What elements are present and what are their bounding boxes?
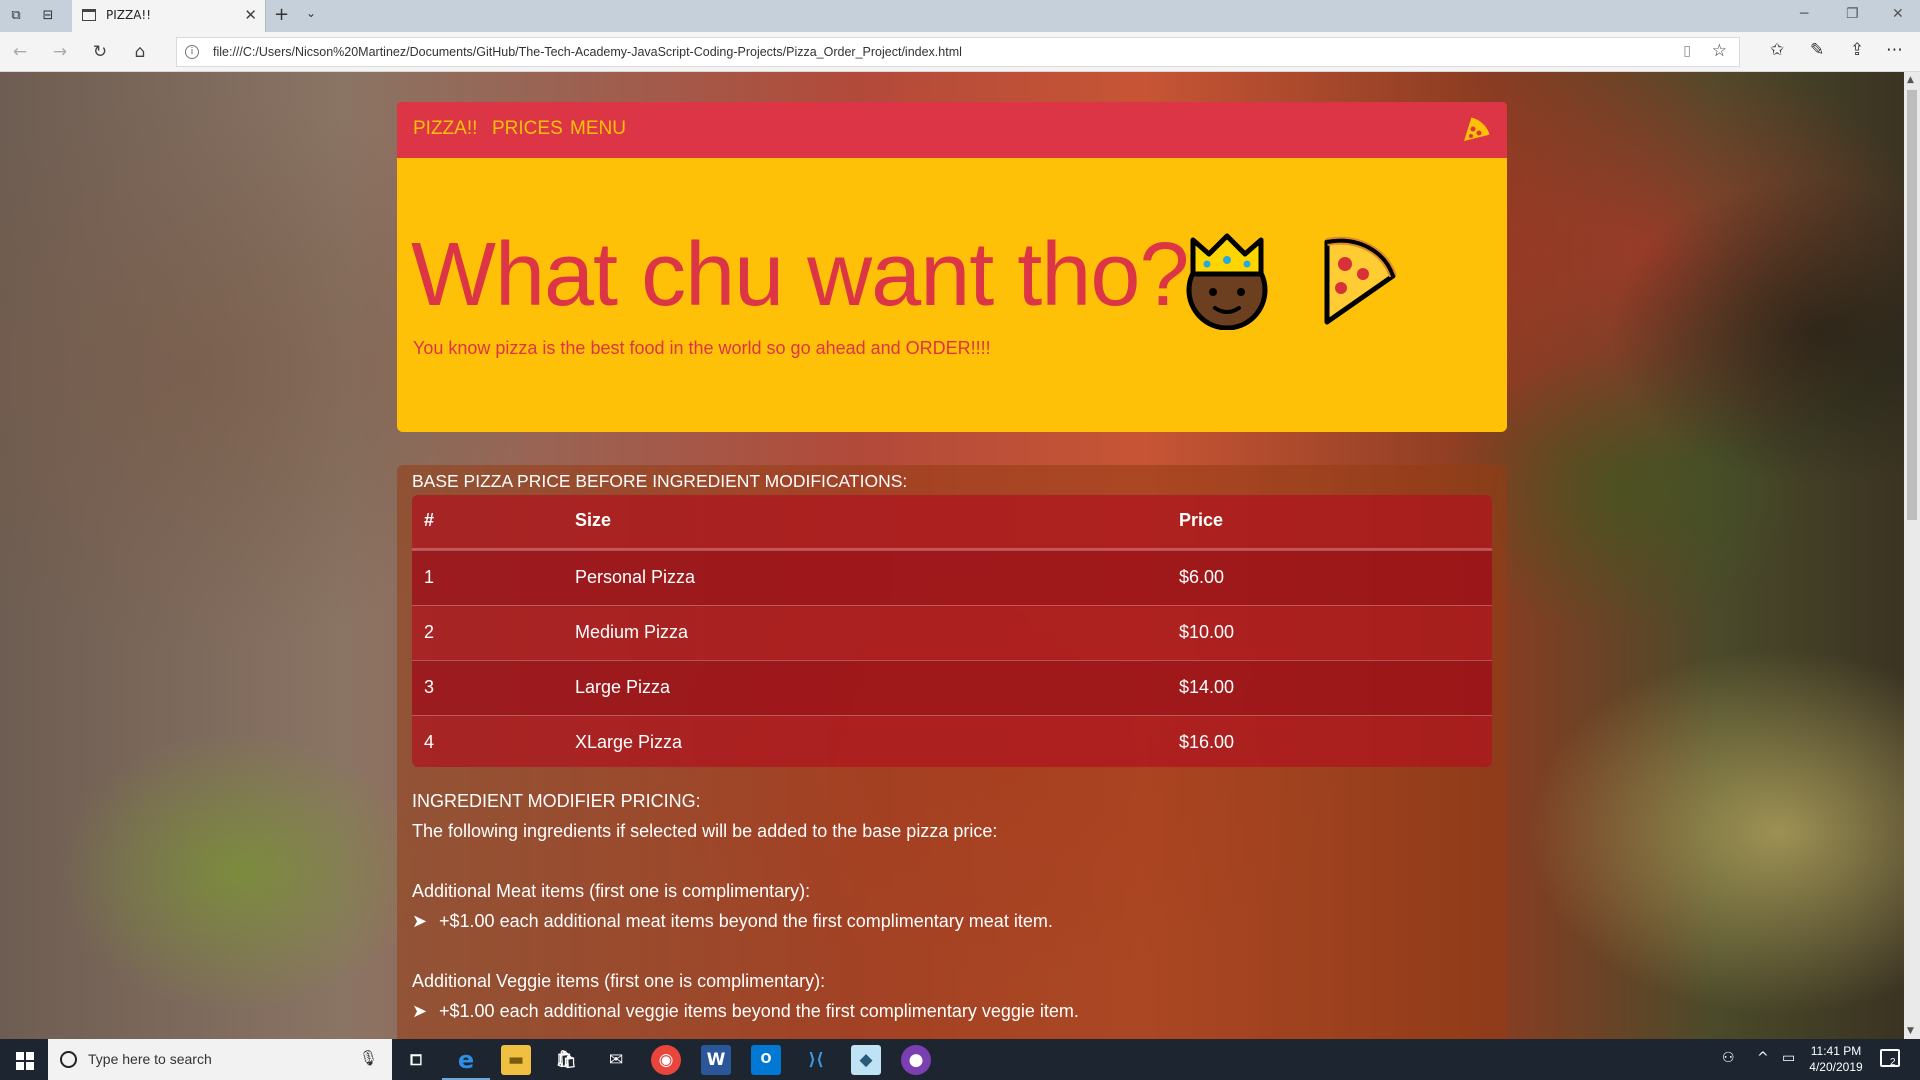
set-aside-tabs-icon[interactable]: ⊟ (38, 6, 58, 26)
taskbar-clock[interactable]: 11:41 PM 4/20/2019 (1786, 1043, 1886, 1075)
pizza-slice-emoji-icon (1324, 236, 1397, 325)
outlook-icon[interactable]: O (751, 1045, 781, 1075)
veggie-rule-text: +$1.00 each additional veggie items beyo… (439, 1001, 1079, 1021)
search-placeholder: Type here to search (88, 1051, 212, 1067)
table-row: 1 Personal Pizza $6.00 (412, 550, 1492, 605)
table-row: 4 XLarge Pizza $16.00 (412, 715, 1492, 767)
row-price: $16.00 (1179, 732, 1235, 752)
tab-title: PIZZA!! (106, 8, 152, 22)
vscode-icon[interactable]: ⟩⟨ (801, 1045, 831, 1075)
word-icon[interactable]: W (701, 1045, 731, 1075)
arrow-bullet-icon: ➤ (412, 1001, 428, 1021)
arrow-bullet-icon: ➤ (412, 911, 428, 931)
notepad-icon[interactable]: ◆ (851, 1045, 881, 1075)
notes-pen-icon[interactable]: ✎ (1810, 40, 1824, 60)
page-scrollbar[interactable]: ▲ ▼ (1904, 72, 1920, 1039)
start-button-windows-icon[interactable] (0, 1039, 48, 1080)
table-header-row: # Size Price (412, 495, 1492, 550)
scroll-down-icon[interactable]: ▼ (1907, 1026, 1914, 1036)
minimize-icon[interactable]: ─ (1800, 6, 1808, 22)
meat-items-title: Additional Meat items (first one is comp… (412, 881, 811, 901)
taskbar-search[interactable]: Type here to search 🎙 (48, 1039, 392, 1080)
notification-count: 2 (1890, 1057, 1896, 1068)
reading-view-icon[interactable]: ▯ (1683, 43, 1691, 59)
veggie-items-rule: ➤ +$1.00 each additional veggie items be… (412, 1001, 1079, 1022)
row-size: Medium Pizza (575, 622, 689, 642)
jumbotron: What chu want tho? You know pizza is the… (397, 158, 1507, 432)
refresh-icon[interactable]: ↻ (88, 41, 112, 65)
tab-preview-chevron-icon[interactable]: ⌄ (306, 6, 316, 20)
action-center-icon[interactable]: 2 (1880, 1049, 1900, 1068)
scroll-up-icon[interactable]: ▲ (1907, 75, 1914, 85)
mail-icon[interactable]: ✉ (601, 1045, 631, 1075)
navbar-brand[interactable]: PIZZA!! (413, 118, 477, 140)
page-viewport: PIZZA!! PRICES MENU What chu want tho? Y… (0, 72, 1904, 1039)
scroll-thumb[interactable] (1907, 90, 1917, 520)
row-size: Personal Pizza (575, 567, 696, 587)
address-bar[interactable]: i file:///C:/Users/Nicson%20Martinez/Doc… (176, 37, 1740, 67)
forward-icon[interactable]: → (48, 41, 72, 65)
browser-tab-bar: ⧉ ⊟ PIZZA!! ✕ + ⌄ ─ ❐ ✕ (0, 0, 1920, 32)
row-size: XLarge Pizza (575, 732, 683, 752)
github-desktop-icon[interactable]: ● (901, 1045, 931, 1075)
site-navbar: PIZZA!! PRICES MENU (397, 102, 1507, 158)
nav-link-prices[interactable]: PRICES (492, 118, 563, 140)
favorites-icon[interactable]: ✩ (1770, 40, 1784, 60)
veggie-items-title: Additional Veggie items (first one is co… (412, 971, 826, 991)
browser-nav-bar: ← → ↻ ⌂ i file:///C:/Users/Nicson%20Mart… (0, 32, 1920, 72)
clock-date: 4/20/2019 (1809, 1060, 1863, 1074)
row-number: 2 (424, 622, 435, 642)
cortana-icon (60, 1051, 77, 1068)
modifier-pricing-title: INGREDIENT MODIFIER PRICING: (412, 791, 701, 811)
file-explorer-icon[interactable]: ▬ (501, 1045, 531, 1075)
task-view-icon[interactable]: ⧠ (401, 1045, 431, 1075)
nav-link-menu[interactable]: MENU (570, 118, 626, 140)
price-table: # Size Price 1 Personal Pizza $6.00 2 Me… (412, 495, 1492, 767)
jumbotron-lead: You know pizza is the best food in the w… (413, 338, 991, 358)
page-icon (82, 9, 96, 21)
page-heading: What chu want tho? (411, 225, 1189, 325)
column-header-price: Price (1179, 510, 1224, 530)
row-number: 1 (424, 567, 435, 587)
windows-taskbar: Type here to search 🎙 ⧠ e ▬ 🛍 ✉ ◉ W O ⟩⟨… (0, 1039, 1920, 1080)
pricing-panel: BASE PIZZA PRICE BEFORE INGREDIENT MODIF… (397, 465, 1507, 1039)
new-tab-icon[interactable]: + (274, 4, 289, 25)
row-size: Large Pizza (575, 677, 671, 697)
meat-rule-text: +$1.00 each additional meat items beyond… (439, 911, 1053, 931)
row-price: $14.00 (1179, 677, 1235, 697)
modifier-pricing-intro: The following ingredients if selected wi… (412, 821, 998, 841)
tab-actions-icon[interactable]: ⧉ (6, 6, 26, 26)
pizza-logo-icon[interactable] (1461, 115, 1491, 145)
price-table-caption: BASE PIZZA PRICE BEFORE INGREDIENT MODIF… (412, 471, 908, 491)
clock-time: 11:41 PM (1810, 1044, 1862, 1058)
url-text[interactable]: file:///C:/Users/Nicson%20Martinez/Docum… (213, 45, 962, 59)
column-header-size: Size (575, 510, 612, 530)
show-hidden-icons-chevron-icon[interactable]: ^ (1757, 1050, 1769, 1066)
close-tab-icon[interactable]: ✕ (244, 6, 257, 24)
store-icon[interactable]: 🛍 (551, 1045, 581, 1075)
site-info-icon[interactable]: i (185, 45, 199, 59)
chrome-icon[interactable]: ◉ (651, 1045, 681, 1075)
back-icon[interactable]: ← (8, 41, 32, 65)
edge-browser-icon[interactable]: e (442, 1045, 490, 1080)
prince-emoji-icon (1186, 233, 1268, 330)
tab-pizza[interactable]: PIZZA!! ✕ (72, 0, 266, 32)
row-number: 3 (424, 677, 435, 697)
meat-items-rule: ➤ +$1.00 each additional meat items beyo… (412, 911, 1053, 932)
add-favorite-icon[interactable]: ☆ (1712, 41, 1727, 61)
restore-icon[interactable]: ❐ (1846, 6, 1859, 22)
table-row: 3 Large Pizza $14.00 (412, 660, 1492, 715)
row-price: $6.00 (1179, 567, 1225, 587)
row-price: $10.00 (1179, 622, 1235, 642)
column-header-number: # (424, 510, 435, 530)
people-icon[interactable]: ⚇ (1722, 1050, 1735, 1066)
close-window-icon[interactable]: ✕ (1892, 6, 1904, 22)
row-number: 4 (424, 732, 435, 752)
table-row: 2 Medium Pizza $10.00 (412, 605, 1492, 660)
more-icon[interactable]: ⋯ (1886, 40, 1903, 60)
share-icon[interactable]: ⇪ (1850, 40, 1864, 60)
microphone-icon[interactable]: 🎙 (359, 1049, 378, 1067)
home-icon[interactable]: ⌂ (128, 41, 152, 65)
